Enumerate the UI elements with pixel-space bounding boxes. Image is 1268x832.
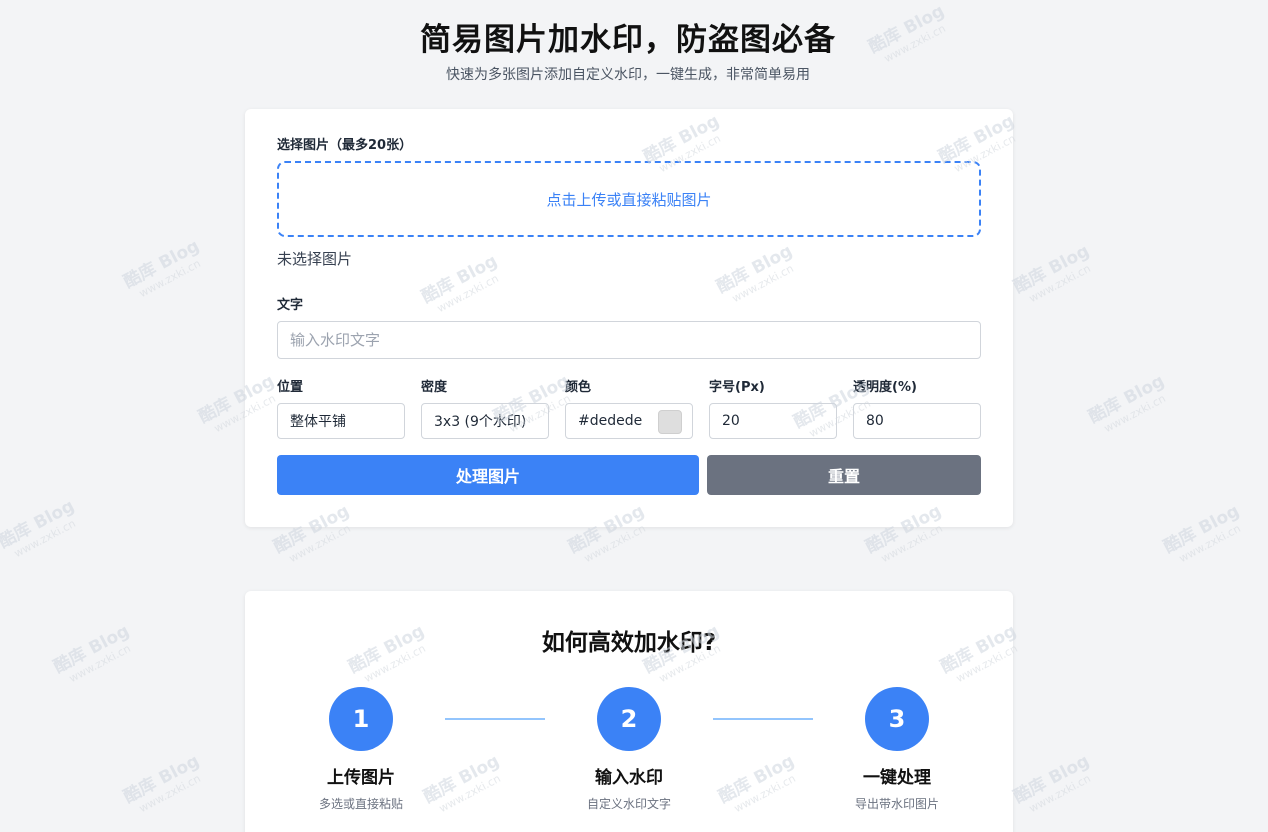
position-label: 位置 bbox=[277, 380, 304, 395]
opacity-input[interactable]: 80 bbox=[853, 403, 981, 439]
how-to-card: 如何高效加水印? 1 2 3 上传图片 输入水印 一键处理 多选或直接粘贴 自定… bbox=[245, 591, 1013, 832]
no-file-status: 未选择图片 bbox=[277, 250, 353, 268]
density-value: 3x3 (9个水印) bbox=[434, 414, 527, 430]
step-2-title: 输入水印 bbox=[595, 768, 663, 788]
watermark-form-card: 选择图片（最多20张） 点击上传或直接粘贴图片 未选择图片 文字 位置 整体平铺… bbox=[245, 109, 1013, 527]
step-3-desc: 导出带水印图片 bbox=[854, 797, 939, 811]
page-watermark: 酷库 Blog www.zxki.cn bbox=[1083, 349, 1207, 439]
watermark-url: www.zxki.cn bbox=[136, 256, 203, 301]
step-connector bbox=[713, 718, 813, 720]
step-1-title: 上传图片 bbox=[327, 768, 395, 788]
watermark-text-input[interactable] bbox=[277, 321, 981, 359]
watermark-brand: 酷库 Blog bbox=[1010, 241, 1093, 298]
page-watermark: 酷库 Blog www.zxki.cn bbox=[1008, 729, 1132, 819]
step-3-title: 一键处理 bbox=[863, 768, 931, 788]
page-title: 简易图片加水印，防盗图必备 bbox=[420, 22, 836, 58]
watermark-url: www.zxki.cn bbox=[1026, 261, 1093, 306]
watermark-brand: 酷库 Blog bbox=[1010, 751, 1093, 808]
page-subtitle: 快速为多张图片添加自定义水印，一键生成，非常简单易用 bbox=[446, 67, 810, 83]
density-label: 密度 bbox=[421, 380, 448, 395]
position-select[interactable]: 整体平铺 bbox=[277, 403, 405, 439]
font-size-label: 字号(Px) bbox=[709, 380, 765, 395]
page-watermark: 酷库 Blog www.zxki.cn bbox=[1158, 479, 1268, 569]
watermark-url: www.zxki.cn bbox=[1101, 391, 1168, 436]
watermark-brand: 酷库 Blog bbox=[1160, 501, 1243, 558]
step-1-circle: 1 bbox=[329, 687, 393, 751]
watermark-brand: 酷库 Blog bbox=[0, 496, 78, 553]
density-select[interactable]: 3x3 (9个水印) bbox=[421, 403, 549, 439]
watermark-brand: 酷库 Blog bbox=[120, 236, 203, 293]
font-size-input[interactable]: 20 bbox=[709, 403, 837, 439]
step-2-desc: 自定义水印文字 bbox=[586, 797, 671, 811]
font-size-value: 20 bbox=[722, 413, 740, 429]
page-watermark: 酷库 Blog www.zxki.cn bbox=[1008, 219, 1132, 309]
page-watermark: 酷库 Blog www.zxki.cn bbox=[0, 474, 117, 564]
position-value: 整体平铺 bbox=[290, 414, 346, 430]
upload-dropzone[interactable]: 点击上传或直接粘贴图片 bbox=[277, 161, 981, 237]
opacity-label: 透明度(%) bbox=[853, 380, 917, 395]
page-watermark: 酷库 Blog www.zxki.cn bbox=[118, 729, 242, 819]
color-value: #dedede bbox=[578, 413, 643, 429]
watermark-url: www.zxki.cn bbox=[1026, 771, 1093, 816]
color-input[interactable]: #dedede bbox=[565, 403, 693, 439]
process-images-button[interactable]: 处理图片 bbox=[277, 455, 699, 495]
watermark-url: www.zxki.cn bbox=[11, 516, 78, 561]
how-to-title: 如何高效加水印? bbox=[541, 630, 717, 656]
color-picker-swatch[interactable] bbox=[658, 410, 682, 434]
watermark-url: www.zxki.cn bbox=[136, 771, 203, 816]
page-watermark: 酷库 Blog www.zxki.cn bbox=[118, 214, 242, 304]
opacity-value: 80 bbox=[866, 413, 884, 429]
step-2-circle: 2 bbox=[597, 687, 661, 751]
step-3-circle: 3 bbox=[865, 687, 929, 751]
watermark-brand: 酷库 Blog bbox=[120, 751, 203, 808]
watermark-brand: 酷库 Blog bbox=[50, 621, 133, 678]
watermark-url: www.zxki.cn bbox=[66, 641, 133, 686]
upload-text: 点击上传或直接粘贴图片 bbox=[546, 190, 712, 209]
reset-button[interactable]: 重置 bbox=[707, 455, 981, 495]
page-watermark: 酷库 Blog www.zxki.cn bbox=[48, 599, 172, 689]
text-label: 文字 bbox=[277, 298, 304, 313]
step-1-desc: 多选或直接粘贴 bbox=[318, 797, 403, 811]
color-label: 颜色 bbox=[565, 380, 592, 395]
watermark-brand: 酷库 Blog bbox=[1085, 371, 1168, 428]
images-label: 选择图片（最多20张） bbox=[277, 138, 413, 153]
watermark-url: www.zxki.cn bbox=[1176, 521, 1243, 566]
step-connector bbox=[445, 718, 545, 720]
